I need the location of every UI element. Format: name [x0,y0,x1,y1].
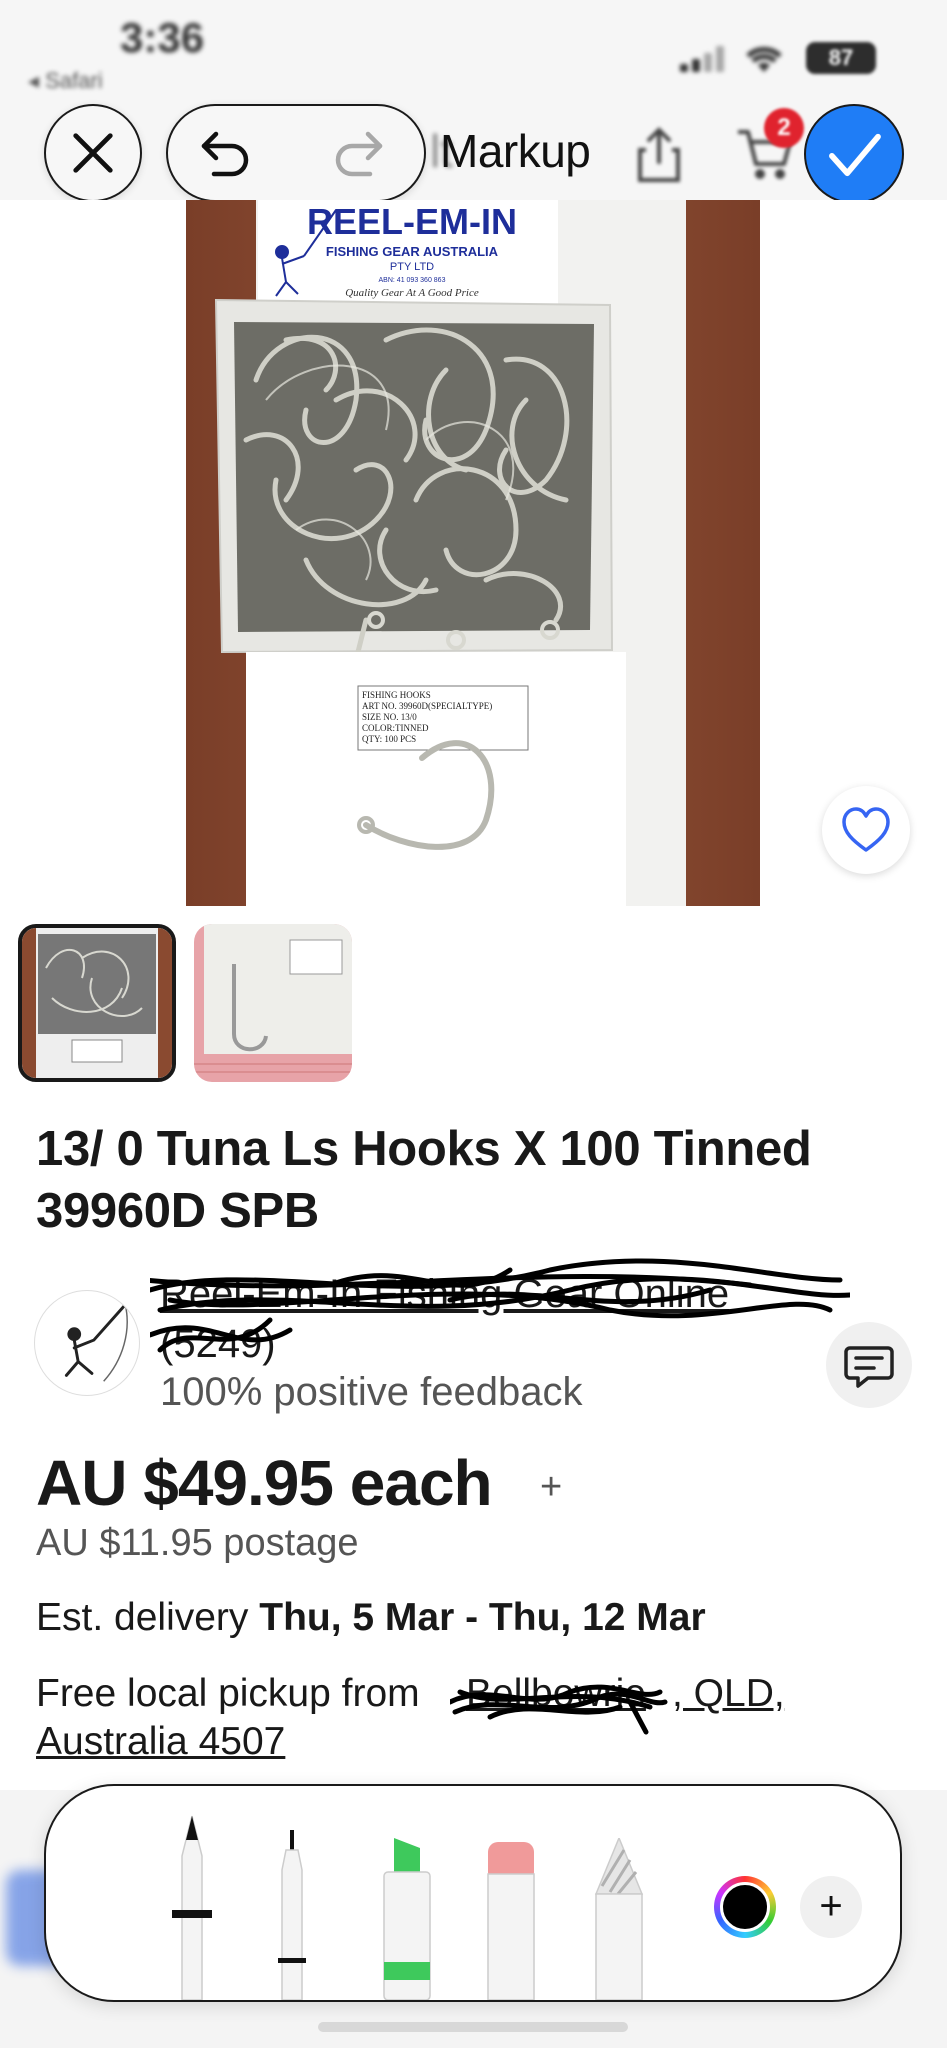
cellular-signal-icon [680,46,728,72]
svg-text:ART NO. 39960D(SPECIALTYPE): ART NO. 39960D(SPECIALTYPE) [362,701,492,711]
status-time: 3:36 [120,14,205,61]
svg-text:SIZE NO. 13/0: SIZE NO. 13/0 [362,712,417,722]
delivery-dates: Thu, 5 Mar - Thu, 12 Mar [259,1596,706,1639]
markup-title: Markup [440,125,591,177]
close-markup-button[interactable] [44,104,142,202]
svg-text:FISHING HOOKS: FISHING HOOKS [362,690,431,700]
chat-icon [844,1346,894,1388]
box-company-text: FISHING GEAR AUSTRALIA [326,244,499,259]
product-photo[interactable]: REEL-EM-IN FISHING GEAR AUSTRALIA PTY LT… [186,200,760,906]
undo-redo-group [166,104,426,202]
item-price: AU $49.95 each [36,1447,493,1519]
pickup-postcode-link[interactable]: Australia 4507 [36,1720,285,1764]
eraser-tool[interactable] [476,1842,546,2000]
pencil-tool[interactable] [584,1838,654,2000]
svg-text:COLOR:TINNED: COLOR:TINNED [362,723,429,733]
redaction-scribble [150,1258,850,1353]
markup-tool-palette [44,1784,902,2002]
checkmark-icon [829,133,881,177]
postage-cost: AU $11.95 postage [36,1522,359,1564]
svg-text:QTY: 100 PCS: QTY: 100 PCS [362,734,416,744]
undo-icon[interactable] [196,126,256,182]
status-bar: 3:36 ◂ Safari 87 [0,0,947,100]
delivery-prefix: Est. delivery [36,1596,260,1639]
box-tagline-text: Quality Gear At A Good Price [345,287,479,299]
message-seller-button[interactable] [826,1322,912,1408]
seller-avatar[interactable] [34,1290,140,1396]
fineliner-tool[interactable] [262,1830,322,2000]
listing-title: 13/ 0 Tuna Ls Hooks X 100 Tinned 39960D … [36,1122,812,1238]
heart-icon [842,807,890,852]
pen-tool[interactable] [162,1810,222,2000]
pickup-redaction-scribble [450,1684,668,1735]
add-tool-button[interactable]: + [800,1876,862,1938]
share-icon [632,126,686,184]
estimated-delivery: Est. delivery Thu, 5 Mar - Thu, 12 Mar [36,1596,706,1640]
box-brand-text: REEL-EM-IN [307,201,517,242]
wifi-icon [742,42,786,76]
box-company-text-2: PTY LTD [390,261,434,273]
price-plus-sign: + [540,1466,563,1508]
cart-count-badge: 2 [764,108,804,148]
box-abn-text: ABN: 41 093 360 863 [379,277,446,284]
seller-positive-feedback: 100% positive feedback [160,1370,583,1414]
color-picker-button[interactable] [714,1876,776,1938]
pickup-prefix: Free local pickup from [36,1672,420,1715]
favorite-button[interactable] [822,786,910,874]
highlighter-tool[interactable] [372,1838,442,2000]
done-button[interactable] [804,104,904,204]
current-color-swatch [720,1882,770,1932]
thumbnail-1[interactable] [18,924,176,1082]
pickup-state[interactable]: , QLD, [672,1672,785,1716]
redo-icon[interactable] [328,126,388,182]
close-icon [73,133,113,173]
home-indicator[interactable] [318,2022,628,2032]
back-to-app-link[interactable]: ◂ Safari [28,68,103,94]
battery-icon: 87 [806,42,876,74]
thumbnail-2[interactable] [194,924,352,1082]
